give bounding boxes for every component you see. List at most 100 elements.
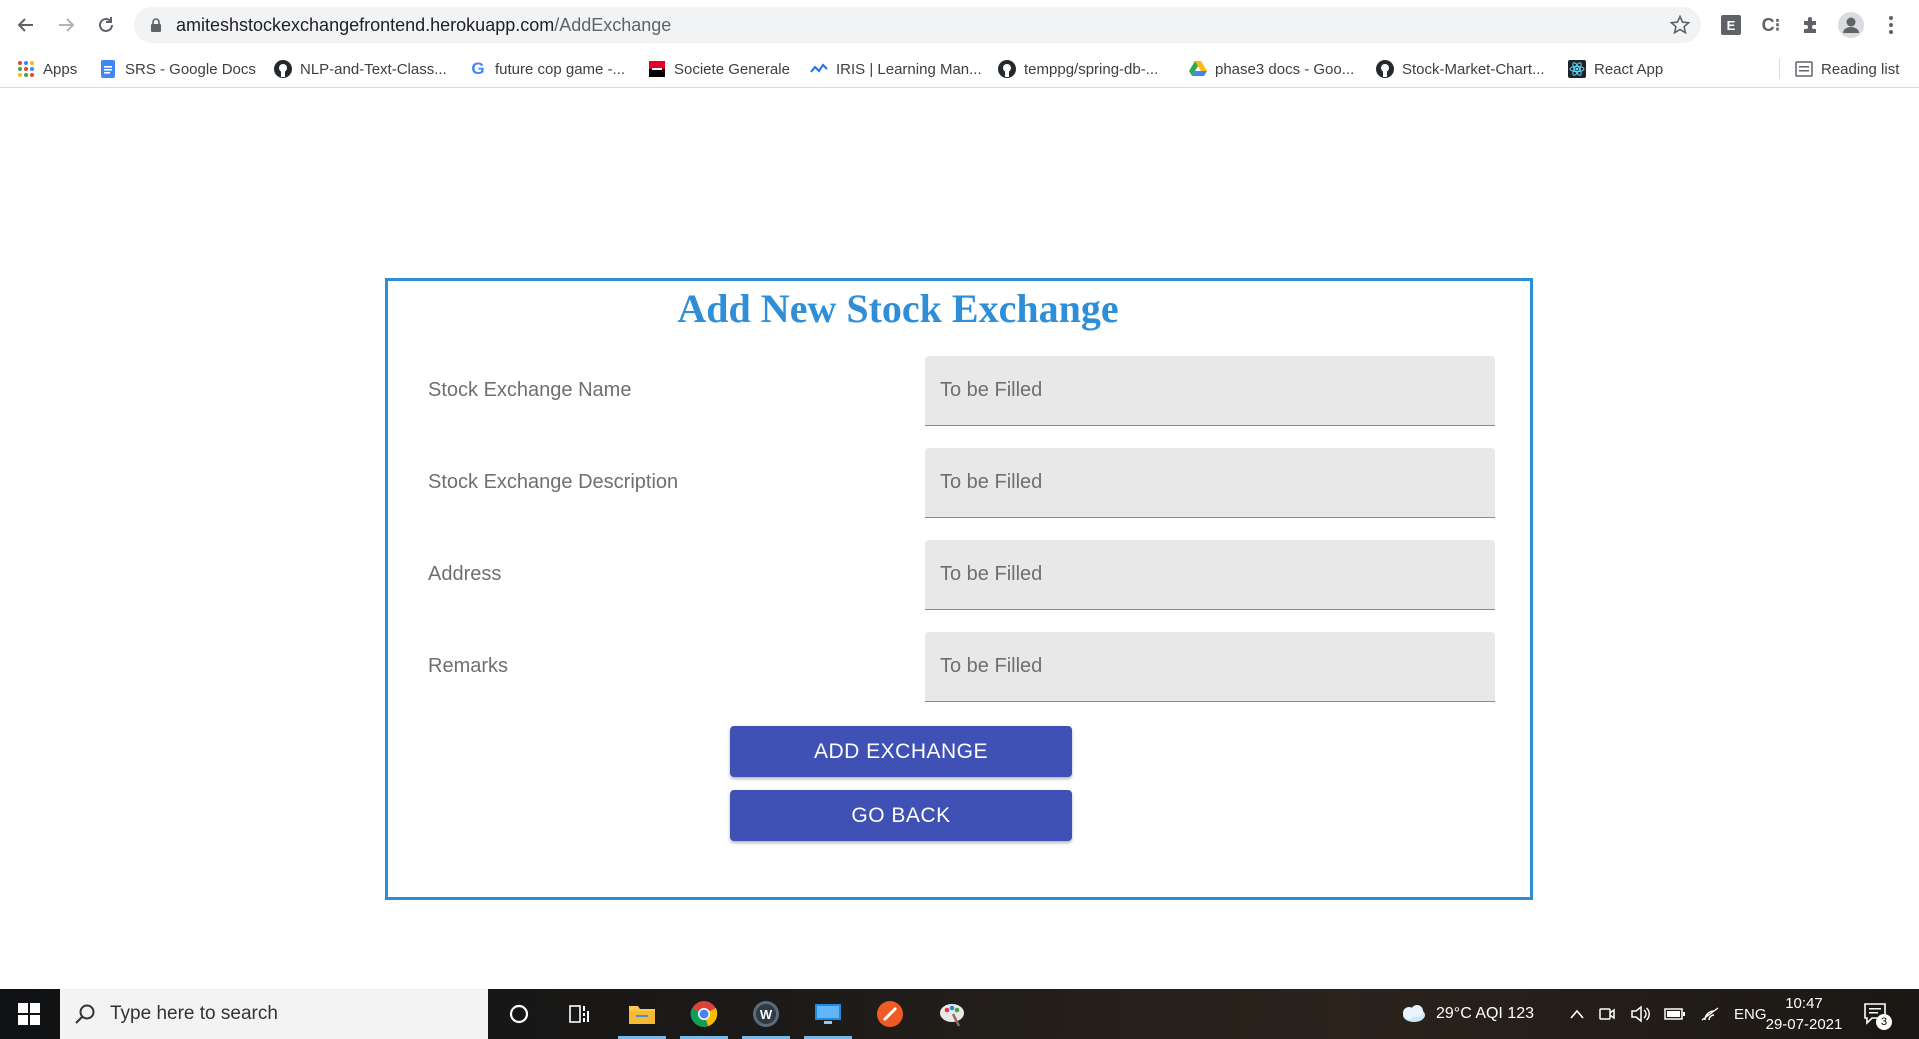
github-icon <box>998 60 1016 78</box>
address-input[interactable] <box>925 540 1495 610</box>
stock-exchange-name-input[interactable] <box>925 356 1495 426</box>
weather-widget[interactable]: 29°C AQI 123 <box>1398 989 1534 1039</box>
form-row-remarks: Remarks <box>388 632 1530 702</box>
windows-logo-icon <box>18 1003 40 1025</box>
paint-palette-icon <box>940 1004 964 1027</box>
bookmark-label: React App <box>1594 60 1664 78</box>
react-icon <box>1568 60 1586 78</box>
w-app-icon: W <box>753 1001 779 1027</box>
volume-icon[interactable] <box>1630 1005 1650 1023</box>
url-host: amiteshstockexchangefrontend.herokuapp.c… <box>176 15 555 35</box>
bookmark-label: Apps <box>43 60 78 78</box>
bookmark-temppg-spring-db[interactable]: temppg/spring-db-... <box>998 50 1158 88</box>
paint-taskbar[interactable] <box>924 989 980 1039</box>
reading-list-label: Reading list <box>1821 60 1900 78</box>
extension-e-label: E <box>1721 15 1741 35</box>
bookmark-label: NLP-and-Text-Class... <box>300 60 447 78</box>
bookmarks-divider <box>1779 59 1780 79</box>
reading-list-button[interactable]: Reading list <box>1795 50 1899 88</box>
bookmark-iris-learning[interactable]: IRIS | Learning Man... <box>810 50 982 88</box>
back-button[interactable] <box>12 11 40 39</box>
bookmark-react-app[interactable]: React App <box>1568 50 1663 88</box>
google-icon: G <box>471 59 485 78</box>
bookmark-star-icon[interactable] <box>1669 14 1691 36</box>
clock-date: 29-07-2021 <box>1765 1016 1843 1033</box>
search-placeholder: Type here to search <box>110 1003 278 1024</box>
bookmark-apps[interactable]: Apps <box>17 50 77 88</box>
remote-desktop-taskbar[interactable] <box>800 989 856 1039</box>
language-indicator[interactable]: ENG <box>1734 1006 1767 1023</box>
add-exchange-button[interactable]: ADD EXCHANGE <box>730 726 1072 777</box>
chrome-taskbar[interactable] <box>676 989 732 1039</box>
reload-icon <box>99 17 113 32</box>
form-row-name: Stock Exchange Name <box>388 356 1530 426</box>
browser-toolbar: amiteshstockexchangefrontend.herokuapp.c… <box>0 0 1919 50</box>
iris-icon <box>810 60 828 78</box>
url-text: amiteshstockexchangefrontend.herokuapp.c… <box>176 15 671 36</box>
word-taskbar[interactable]: W <box>738 989 794 1039</box>
taskbar-search-box[interactable]: Type here to search <box>60 989 488 1039</box>
field-label: Remarks <box>428 655 509 677</box>
file-explorer-taskbar[interactable] <box>614 989 670 1039</box>
extension-c-icon[interactable]: C⁝ <box>1758 12 1784 38</box>
chrome-menu-button[interactable] <box>1878 12 1904 38</box>
postman-taskbar[interactable] <box>862 989 918 1039</box>
profile-avatar[interactable] <box>1838 12 1864 38</box>
task-view-icon <box>569 1005 589 1023</box>
bookmarks-bar: Apps SRS - Google Docs NLP-and-Text-Clas… <box>0 50 1919 88</box>
bookmark-societe-generale[interactable]: Societe Generale <box>648 50 790 88</box>
go-back-button[interactable]: GO BACK <box>730 790 1072 841</box>
svg-text:W: W <box>760 1007 773 1022</box>
wifi-icon[interactable] <box>1700 1006 1720 1022</box>
stock-exchange-description-input[interactable] <box>925 448 1495 518</box>
action-center-button[interactable]: 3 <box>1862 1000 1892 1030</box>
reload-button[interactable] <box>92 11 120 39</box>
google-drive-icon <box>1189 60 1207 78</box>
remarks-input[interactable] <box>925 632 1495 702</box>
clock-time: 10:47 <box>1785 995 1823 1012</box>
bookmark-label: temppg/spring-db-... <box>1024 60 1159 78</box>
folder-icon <box>629 1006 655 1024</box>
start-button[interactable] <box>0 989 58 1039</box>
cortana-button[interactable] <box>491 989 547 1039</box>
task-view-button[interactable] <box>551 989 607 1039</box>
google-docs-icon <box>99 60 117 78</box>
github-icon <box>274 60 292 78</box>
chrome-icon <box>690 1001 718 1027</box>
field-label: Address <box>428 563 502 585</box>
bookmark-label: Societe Generale <box>674 60 790 78</box>
field-label: Stock Exchange Description <box>428 471 679 493</box>
extension-c-label: C⁝ <box>1761 14 1781 35</box>
form-row-address: Address <box>388 540 1530 610</box>
cortana-circle-icon <box>509 1004 529 1024</box>
bookmark-label: SRS - Google Docs <box>125 60 256 78</box>
notification-count: 3 <box>1876 1014 1892 1030</box>
monitor-icon <box>815 1004 841 1024</box>
chevron-up-icon[interactable] <box>1570 1009 1584 1019</box>
forward-button[interactable] <box>52 11 80 39</box>
kebab-menu-icon <box>1889 16 1893 34</box>
bookmark-future-cop-game[interactable]: G future cop game -... <box>469 50 625 88</box>
battery-icon[interactable] <box>1664 1007 1686 1021</box>
societe-generale-icon <box>648 60 666 78</box>
system-tray: ENG <box>1570 989 1767 1039</box>
meet-now-icon[interactable] <box>1598 1005 1616 1023</box>
field-label: Stock Exchange Name <box>428 379 632 401</box>
add-exchange-form: Add New Stock Exchange Stock Exchange Na… <box>385 278 1533 900</box>
apps-grid-icon <box>17 60 35 78</box>
bookmark-stock-market-chart[interactable]: Stock-Market-Chart... <box>1376 50 1545 88</box>
profile-icon <box>1838 12 1864 38</box>
taskbar-clock[interactable]: 10:47 29-07-2021 <box>1764 993 1844 1035</box>
windows-taskbar: Type here to search W 29°C AQI 123 ENG 1… <box>0 989 1919 1039</box>
arrow-right-icon <box>59 18 75 32</box>
bookmark-label: future cop game -... <box>495 60 626 78</box>
bookmark-nlp-and-text-class[interactable]: NLP-and-Text-Class... <box>274 50 447 88</box>
postman-icon <box>877 1001 903 1027</box>
cloud-weather-icon <box>1403 1005 1425 1022</box>
extension-e-icon[interactable]: E <box>1718 12 1744 38</box>
extensions-puzzle-icon[interactable] <box>1798 12 1824 38</box>
address-bar[interactable]: amiteshstockexchangefrontend.herokuapp.c… <box>134 7 1701 43</box>
bookmark-phase3-docs[interactable]: phase3 docs - Goo... <box>1189 50 1354 88</box>
page-title: Add New Stock Exchange <box>677 286 1119 331</box>
bookmark-srs-google-docs[interactable]: SRS - Google Docs <box>99 50 256 88</box>
